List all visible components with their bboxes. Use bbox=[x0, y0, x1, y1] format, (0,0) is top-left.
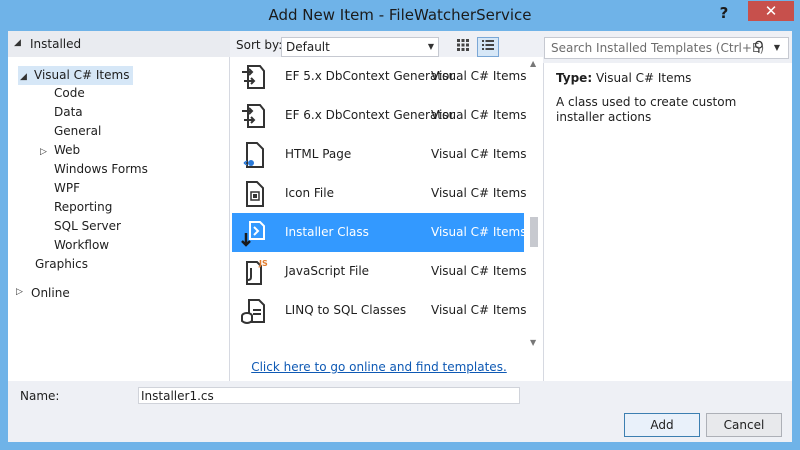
javascript-file-icon: JS bbox=[246, 259, 268, 285]
help-button[interactable]: ? bbox=[714, 4, 734, 24]
html-page-icon bbox=[243, 142, 264, 168]
window-title: Add New Item - FileWatcherService bbox=[268, 6, 532, 24]
tree-item-windows-forms[interactable]: Windows Forms bbox=[54, 160, 148, 179]
category-tree: ◢ Installed ◢ Visual C# Items Code Data G… bbox=[8, 31, 230, 381]
template-name: LINQ to SQL Classes bbox=[285, 303, 407, 317]
sort-by-dropdown[interactable]: Default ▼ bbox=[281, 37, 439, 57]
tree-header-installed[interactable]: ◢ Installed bbox=[8, 31, 230, 57]
template-name: HTML Page bbox=[285, 147, 352, 161]
sort-by-label: Sort by: bbox=[236, 38, 283, 52]
scroll-down-arrow-icon[interactable]: ▼ bbox=[530, 338, 536, 347]
tree-item-visual-csharp-items[interactable]: ◢ Visual C# Items bbox=[18, 66, 134, 85]
search-icon[interactable]: ⚲ bbox=[754, 39, 764, 55]
add-button[interactable]: Add bbox=[624, 413, 700, 437]
tree-item-web[interactable]: ▷ Web bbox=[40, 141, 80, 160]
template-row-ef6[interactable]: EF 6.x DbContext Generator Visual C# Ite… bbox=[232, 96, 526, 135]
ef-generator-icon bbox=[242, 65, 265, 89]
sort-by-value: Default bbox=[286, 40, 330, 54]
tree-item-data[interactable]: Data bbox=[54, 103, 83, 122]
expand-arrow-icon[interactable]: ▷ bbox=[40, 143, 54, 162]
add-new-item-dialog: Add New Item - FileWatcherService ? ✕ ◢ … bbox=[0, 0, 800, 450]
template-name: Installer Class bbox=[285, 225, 369, 239]
chevron-down-icon[interactable]: ▼ bbox=[774, 43, 780, 52]
icon-file-icon bbox=[246, 181, 264, 207]
template-category: Visual C# Items bbox=[431, 303, 526, 317]
tree-header-online[interactable]: ▷ Online bbox=[8, 281, 230, 307]
template-row-javascript-file[interactable]: JS JavaScript File Visual C# Items bbox=[232, 252, 526, 291]
template-category: Visual C# Items bbox=[431, 69, 526, 83]
template-category: Visual C# Items bbox=[431, 225, 526, 239]
name-label: Name: bbox=[20, 389, 60, 403]
linq-sql-icon bbox=[241, 299, 265, 324]
tree-online-label: Online bbox=[31, 286, 70, 300]
search-placeholder: Search Installed Templates (Ctrl+E) bbox=[551, 41, 765, 55]
template-description: A class used to create custom installer … bbox=[556, 95, 737, 124]
template-row-icon-file[interactable]: Icon File Visual C# Items bbox=[232, 174, 526, 213]
template-name: EF 5.x DbContext Generator bbox=[285, 69, 455, 83]
tree-item-label: Web bbox=[54, 143, 81, 157]
template-name: Icon File bbox=[285, 186, 334, 200]
tree-item-general[interactable]: General bbox=[54, 122, 101, 141]
tree-item-wpf[interactable]: WPF bbox=[54, 179, 80, 198]
template-details-pane: Type: Visual C# Items A class used to cr… bbox=[543, 63, 792, 381]
template-list: EF 5.x DbContext Generator Visual C# Ite… bbox=[232, 57, 526, 357]
template-name: JavaScript File bbox=[285, 264, 370, 278]
template-row-installer-class[interactable]: Installer Class Visual C# Items bbox=[232, 213, 526, 252]
search-templates-input[interactable]: Search Installed Templates (Ctrl+E) ⚲ ▼ bbox=[544, 37, 789, 59]
dialog-client: ◢ Installed ◢ Visual C# Items Code Data G… bbox=[8, 31, 792, 442]
tree-item-sql-server[interactable]: SQL Server bbox=[54, 217, 121, 236]
svg-text:JS: JS bbox=[258, 259, 268, 268]
sort-toolbar: Sort by: Default ▼ bbox=[230, 31, 534, 57]
medium-icons-view-button[interactable] bbox=[452, 37, 474, 57]
type-value: Visual C# Items bbox=[595, 71, 692, 85]
chevron-down-icon: ▼ bbox=[427, 42, 434, 51]
name-field[interactable] bbox=[138, 387, 520, 404]
scroll-up-arrow-icon[interactable]: ▲ bbox=[530, 59, 536, 68]
template-category: Visual C# Items bbox=[431, 186, 526, 200]
type-label: Type: bbox=[556, 71, 593, 85]
tree-item-graphics[interactable]: Graphics bbox=[35, 255, 88, 274]
collapse-arrow-icon: ◢ bbox=[14, 38, 21, 48]
template-category: Visual C# Items bbox=[431, 264, 526, 278]
dialog-footer: Name: Add Cancel bbox=[8, 381, 792, 442]
cancel-button[interactable]: Cancel bbox=[706, 413, 782, 437]
template-name: EF 6.x DbContext Generator bbox=[285, 108, 455, 122]
template-row-html-page[interactable]: HTML Page Visual C# Items bbox=[232, 135, 526, 174]
expand-arrow-icon: ▷ bbox=[16, 287, 23, 297]
tree-item-reporting[interactable]: Reporting bbox=[54, 198, 112, 217]
ef-generator-icon bbox=[242, 104, 265, 128]
template-row-linq-to-sql[interactable]: LINQ to SQL Classes Visual C# Items bbox=[232, 291, 526, 330]
tree-item-workflow[interactable]: Workflow bbox=[54, 236, 109, 255]
tree-header-label: Installed bbox=[30, 37, 82, 51]
scrollbar-thumb[interactable] bbox=[530, 217, 538, 247]
template-category: Visual C# Items bbox=[431, 147, 526, 161]
tree-item-label: Visual C# Items bbox=[34, 68, 130, 82]
list-view-icon bbox=[482, 40, 494, 50]
grid-view-icon bbox=[457, 39, 469, 51]
collapse-arrow-icon: ◢ bbox=[20, 72, 27, 82]
template-category: Visual C# Items bbox=[431, 108, 526, 122]
close-button[interactable]: ✕ bbox=[748, 1, 794, 21]
template-row-ef5[interactable]: EF 5.x DbContext Generator Visual C# Ite… bbox=[232, 57, 526, 96]
title-bar: Add New Item - FileWatcherService ? ✕ bbox=[0, 0, 800, 32]
tree-item-code[interactable]: Code bbox=[54, 84, 85, 103]
template-list-scrollbar[interactable]: ▲ ▼ bbox=[526, 57, 543, 347]
small-icons-list-view-button[interactable] bbox=[477, 37, 499, 57]
installer-class-icon bbox=[241, 221, 265, 247]
find-templates-online-link[interactable]: Click here to go online and find templat… bbox=[232, 357, 526, 381]
